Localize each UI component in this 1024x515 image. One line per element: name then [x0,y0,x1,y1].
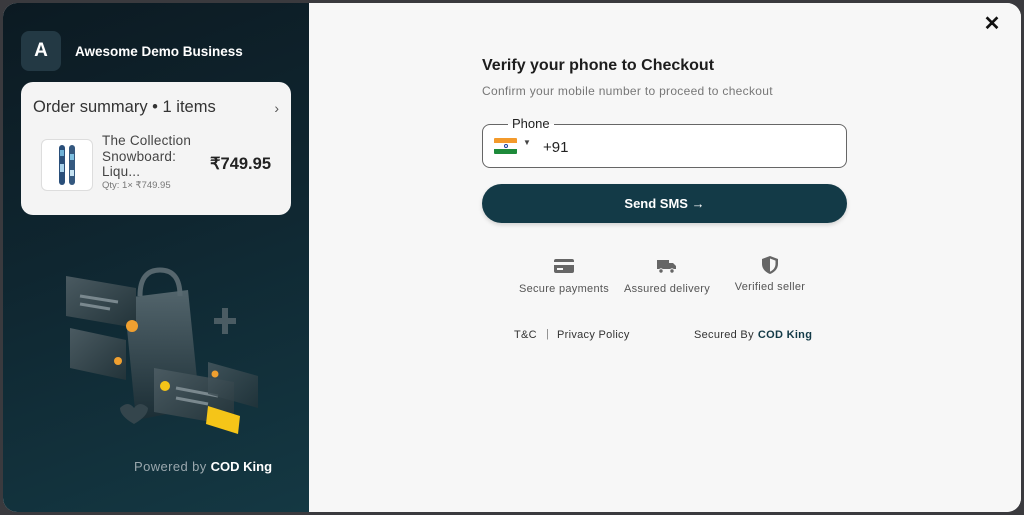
phone-input[interactable] [541,134,835,160]
brand-name: Awesome Demo Business [75,43,243,59]
badge-verified-seller: Verified seller [720,256,820,293]
powered-by: Powered by COD King [134,459,272,474]
brand-header: A Awesome Demo Business [21,31,243,71]
powered-by-prefix: Powered by [134,459,207,474]
checkout-modal: A Awesome Demo Business Order summary • … [3,3,1021,512]
order-summary-title: Order summary • 1 items [33,98,216,116]
secured-by-brand: COD King [757,329,813,341]
order-summary-header[interactable]: Order summary • 1 items › [33,98,279,117]
secured-by-label: Secured By [694,329,754,341]
caret-down-icon[interactable]: ▼ [523,138,531,147]
badge-assured-delivery: Assured delivery [617,258,717,295]
shield-icon [762,256,778,274]
snowboard-icon [59,145,75,185]
badge-secure-payments: Secure payments [514,258,614,295]
terms-link[interactable]: T&C [514,329,537,341]
order-summary-card[interactable]: Order summary • 1 items › The Collection… [21,82,291,215]
chevron-right-icon[interactable]: › [274,100,279,116]
truck-icon [657,260,676,274]
badge-label: Secure payments [518,283,610,295]
page-subtitle: Confirm your mobile number to proceed to… [482,84,773,98]
india-flag-icon[interactable] [494,138,517,154]
footer-divider: | [546,328,550,340]
send-sms-button[interactable]: Send SMS → [482,184,847,223]
phone-label: Phone [508,116,554,132]
privacy-policy-link[interactable]: Privacy Policy [557,329,630,341]
trust-badges: Secure payments Assured delivery Verifie… [514,256,820,308]
badge-label: Verified seller [734,281,806,293]
item-quantity: Qty: 1× ₹749.95 [102,180,171,191]
right-panel: ✕ Verify your phone to Checkout Confirm … [309,3,1021,512]
left-panel: A Awesome Demo Business Order summary • … [3,3,309,512]
shopping-illustration [66,267,258,434]
secured-by: Secured By COD King [694,329,812,341]
badge-label: Assured delivery [623,283,711,295]
powered-by-brand: COD King [210,459,273,474]
brand-avatar: A [21,31,61,71]
item-price: ₹749.95 [210,155,271,173]
page-title: Verify your phone to Checkout [482,57,715,74]
credit-card-icon [554,259,574,273]
phone-field[interactable]: Phone ▼ [482,116,847,168]
close-icon[interactable]: ✕ [981,13,1003,35]
product-thumbnail [41,139,93,191]
item-title: The Collection Snowboard: Liqu... [102,133,192,179]
